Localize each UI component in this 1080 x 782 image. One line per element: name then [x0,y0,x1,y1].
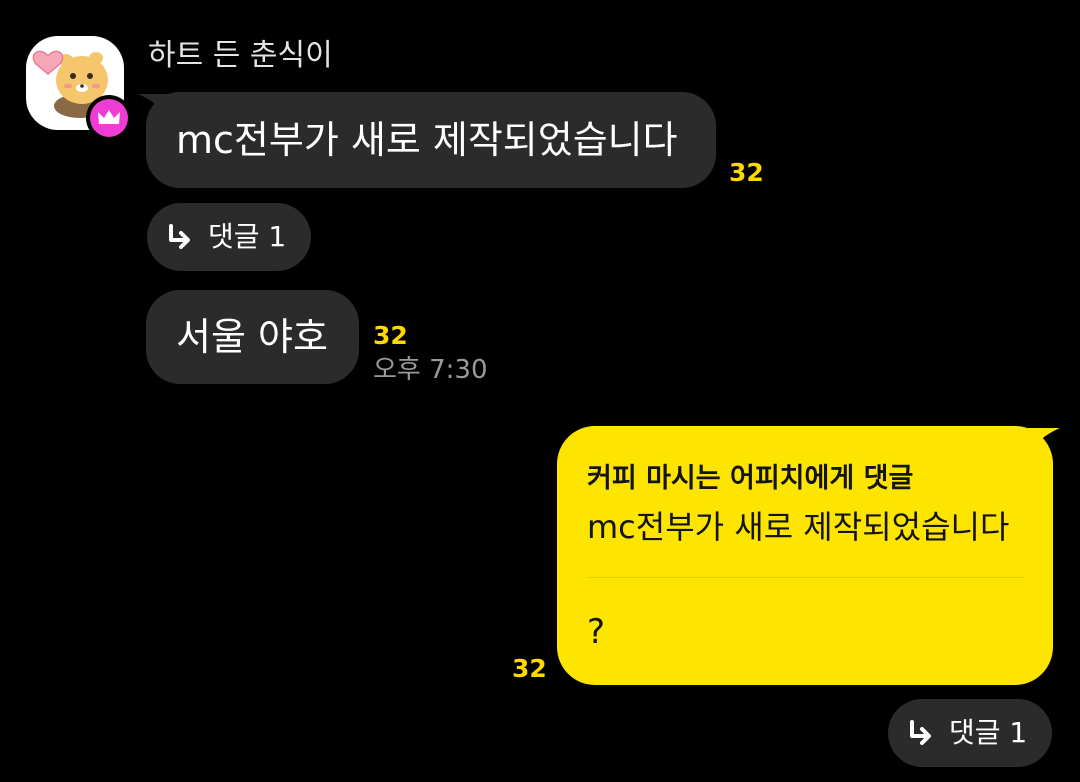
reply-arrow-icon [169,224,190,249]
reply-arrow-icon [910,720,931,745]
unread-count: 32 [512,654,547,683]
message-text: 서울 야호 [176,315,328,359]
reply-to-label: 커피 마시는 어피치에게 댓글 [587,463,914,494]
message-bubble[interactable]: mc전부가 새로 제작되었습니다 [146,92,716,188]
divider [587,577,1024,578]
sender-name: 하트 든 춘식이 [148,38,333,73]
reply-thread-button[interactable]: 댓글 1 [147,203,311,271]
reply-thread-button[interactable]: 댓글 1 [888,699,1052,767]
reply-count-label: 댓글 1 [949,716,1028,749]
quoted-message[interactable]: mc전부가 새로 제작되었습니다 [587,506,1009,548]
message-bubble[interactable]: 서울 야호 [146,290,359,384]
message-text: mc전부가 새로 제작되었습니다 [176,118,678,162]
unread-count: 32 [373,321,408,350]
message-time: 오후 7:30 [373,355,488,385]
my-message-bubble[interactable]: 커피 마시는 어피치에게 댓글 mc전부가 새로 제작되었습니다 ? [557,426,1053,685]
crown-badge [86,95,132,141]
message-text: ? [587,612,606,652]
reply-count-label: 댓글 1 [208,220,287,253]
unread-count: 32 [729,158,764,187]
crown-icon [98,110,120,124]
